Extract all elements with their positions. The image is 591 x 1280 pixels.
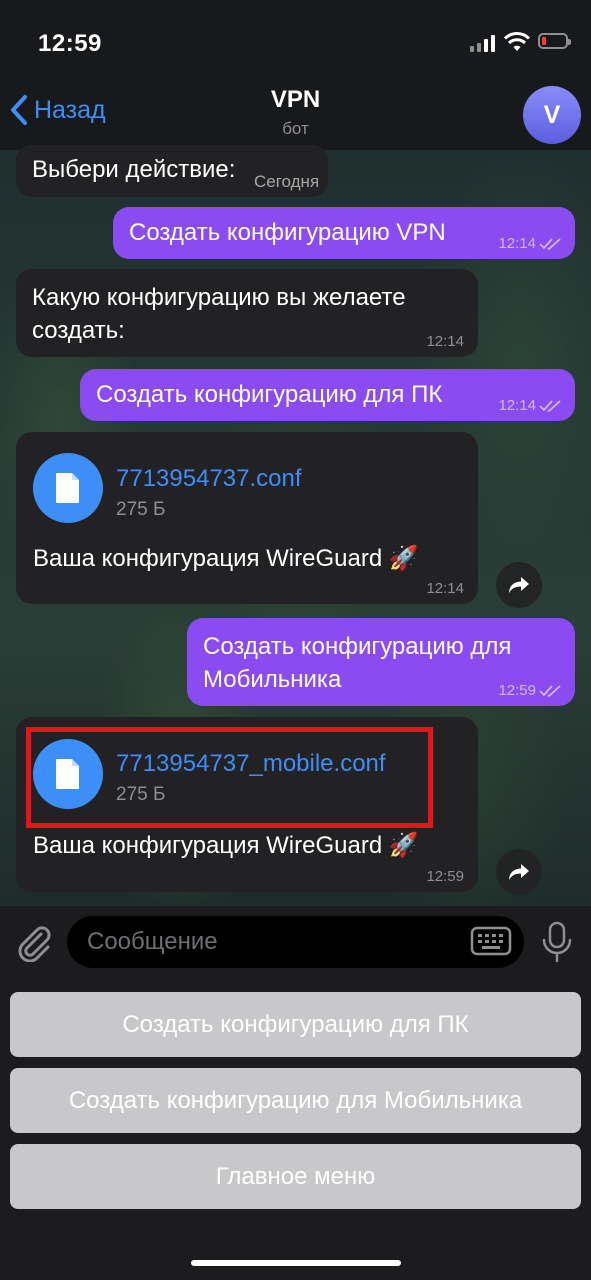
composer: Сообщение bbox=[0, 905, 591, 978]
message-meta: 12:14 bbox=[498, 398, 561, 413]
message-incoming: Какую конфигурацию вы желаете создать: 1… bbox=[16, 269, 478, 357]
read-checks-icon bbox=[539, 237, 561, 250]
message-outgoing: Создать конфигурацию VPN 12:14 bbox=[113, 207, 575, 259]
message-input[interactable]: Сообщение bbox=[67, 916, 524, 968]
date-separator: Сегодня bbox=[254, 172, 320, 191]
message-meta: 12:59 bbox=[426, 868, 464, 885]
message-text-line: создать: bbox=[32, 317, 125, 344]
chevron-left-icon bbox=[11, 95, 27, 125]
message-outgoing: Создать конфигурацию для Мобильника 12:5… bbox=[187, 618, 575, 706]
back-label: Назад bbox=[34, 95, 106, 124]
battery-icon bbox=[538, 33, 571, 49]
message-text-line: Создать конфигурацию для bbox=[203, 633, 512, 660]
read-checks-icon bbox=[539, 684, 561, 697]
status-bar: 12:59 bbox=[0, 0, 591, 86]
home-indicator[interactable] bbox=[191, 1260, 401, 1266]
keyboard-button-pc[interactable]: Создать конфигурацию для ПК bbox=[10, 992, 581, 1057]
message-text: Выбери действие: bbox=[32, 156, 236, 183]
message-file: 7713954737.conf 275 Б Ваша конфигурация … bbox=[16, 432, 478, 604]
file-icon[interactable] bbox=[33, 453, 103, 523]
paperclip-icon[interactable] bbox=[14, 922, 52, 962]
keyboard-button-main-menu[interactable]: Главное меню bbox=[10, 1144, 581, 1209]
share-arrow-icon bbox=[509, 864, 529, 880]
share-button[interactable] bbox=[496, 562, 542, 608]
message-text-line: Какую конфигурацию вы желаете bbox=[32, 284, 406, 311]
message-outgoing: Создать конфигурацию для ПК 12:14 bbox=[80, 369, 575, 421]
share-button[interactable] bbox=[496, 849, 542, 895]
message-caption: Ваша конфигурация WireGuard 🚀 bbox=[33, 832, 419, 859]
wifi-icon bbox=[504, 32, 530, 51]
microphone-icon[interactable] bbox=[540, 920, 574, 964]
message-caption: Ваша конфигурация WireGuard 🚀 bbox=[33, 545, 419, 572]
file-name-link[interactable]: 7713954737.conf bbox=[116, 462, 302, 495]
message-meta: 12:14 bbox=[498, 236, 561, 251]
message-text: Создать конфигурацию VPN bbox=[129, 219, 446, 246]
message-meta: 12:14 bbox=[426, 333, 464, 350]
message-meta: 12:59 bbox=[498, 683, 561, 698]
cellular-signal-icon bbox=[470, 34, 496, 52]
keyboard-button-mobile[interactable]: Создать конфигурацию для Мобильника bbox=[10, 1068, 581, 1133]
status-time: 12:59 bbox=[38, 30, 102, 57]
file-size: 275 Б bbox=[116, 499, 166, 520]
keyboard-icon[interactable] bbox=[470, 926, 512, 956]
message-input-placeholder: Сообщение bbox=[87, 928, 218, 955]
avatar-letter: V bbox=[543, 100, 561, 129]
read-checks-icon bbox=[539, 399, 561, 412]
chat-header: VPN бот Назад V bbox=[0, 86, 591, 150]
message-meta: 12:14 bbox=[426, 580, 464, 597]
message-text: Создать конфигурацию для ПК bbox=[96, 381, 443, 408]
back-button[interactable]: Назад bbox=[10, 94, 106, 126]
share-arrow-icon bbox=[509, 577, 529, 593]
highlight-box bbox=[26, 727, 433, 828]
avatar[interactable]: V bbox=[523, 86, 581, 144]
